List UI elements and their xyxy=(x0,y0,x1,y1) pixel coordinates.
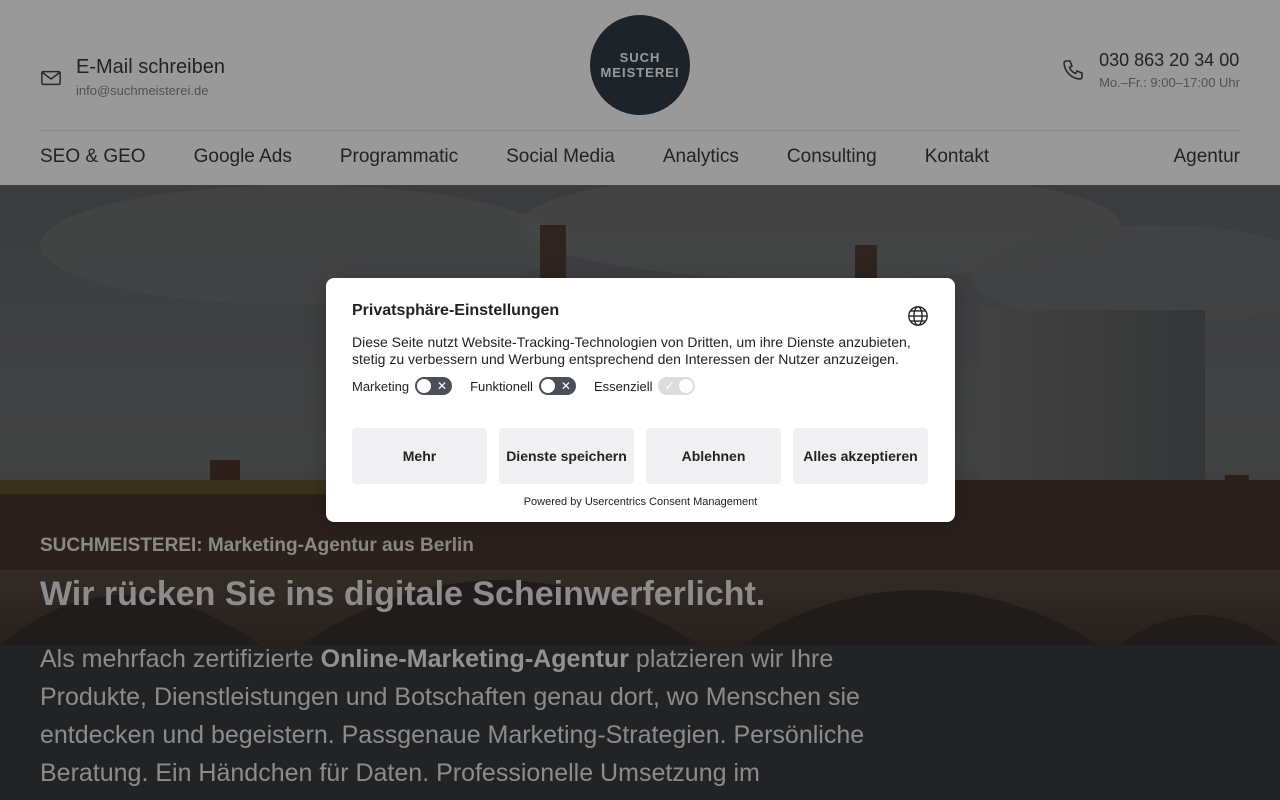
save-services-button[interactable]: Dienste speichern xyxy=(499,428,634,484)
accept-all-button[interactable]: Alles akzeptieren xyxy=(793,428,928,484)
consent-title: Privatsphäre-Einstellungen xyxy=(352,302,560,319)
globe-icon[interactable] xyxy=(907,305,929,327)
powered-by-link[interactable]: Powered by Usercentrics Consent Manageme… xyxy=(326,496,955,508)
funktionell-toggle[interactable]: ✕ xyxy=(538,377,576,395)
consent-dialog: Privatsphäre-Einstellungen Diese Seite n… xyxy=(326,278,955,522)
toggle-label-marketing: Marketing xyxy=(352,378,410,394)
x-icon: ✕ xyxy=(560,379,571,393)
toggle-group-essenziell: Essenziell ✓ xyxy=(594,377,696,395)
check-icon: ✓ xyxy=(664,379,675,393)
toggle-label-funktionell: Funktionell xyxy=(470,378,533,394)
deny-button[interactable]: Ablehnen xyxy=(646,428,781,484)
consent-description: Diese Seite nutzt Website-Tracking-Techn… xyxy=(352,334,911,367)
toggle-group-marketing: Marketing ✕ xyxy=(352,377,453,395)
essenziell-toggle: ✓ xyxy=(658,377,696,395)
x-icon: ✕ xyxy=(437,379,448,393)
more-button[interactable]: Mehr xyxy=(352,428,487,484)
consent-buttons: Mehr Dienste speichern Ablehnen Alles ak… xyxy=(352,428,928,484)
toggle-label-essenziell: Essenziell xyxy=(593,378,653,394)
marketing-toggle[interactable]: ✕ xyxy=(415,377,453,395)
consent-toggles: Marketing ✕ Funktionell ✕ Essenziell ✓ xyxy=(352,377,929,395)
toggle-group-funktionell: Funktionell ✕ xyxy=(470,377,576,395)
